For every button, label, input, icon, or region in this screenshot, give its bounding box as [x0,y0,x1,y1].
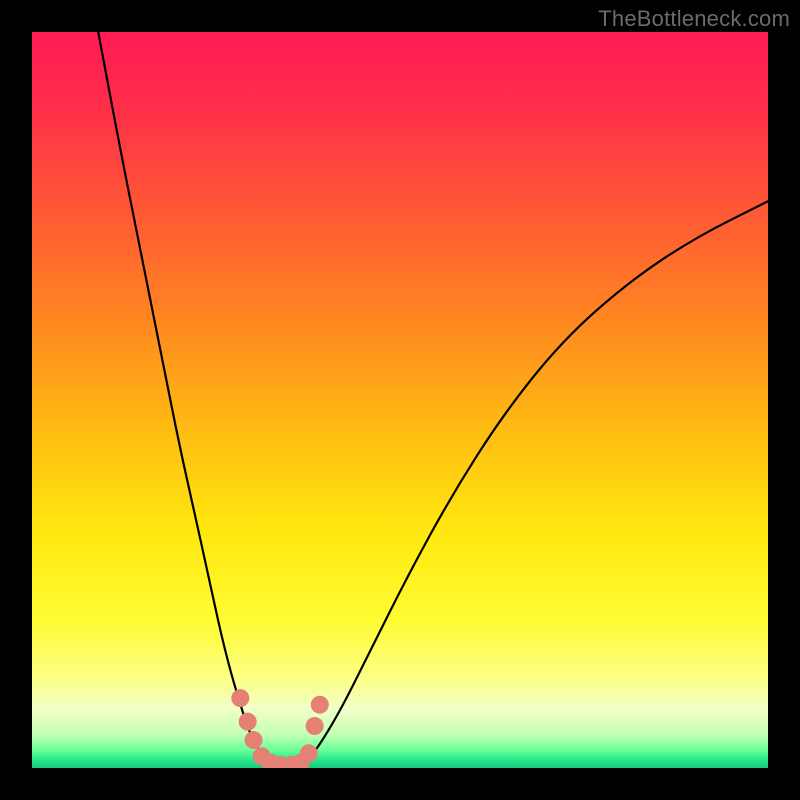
valley-dots-group [231,689,328,768]
valley-dot [300,744,318,762]
curve-right-branch [304,201,768,764]
outer-frame: TheBottleneck.com [0,0,800,800]
valley-dot [311,696,329,714]
valley-dot [306,717,324,735]
curve-layer [32,32,768,768]
valley-dot [231,689,249,707]
valley-dot [245,731,263,749]
plot-area [32,32,768,768]
valley-dot [239,713,257,731]
watermark-text: TheBottleneck.com [598,6,790,32]
curve-left-branch [98,32,271,764]
